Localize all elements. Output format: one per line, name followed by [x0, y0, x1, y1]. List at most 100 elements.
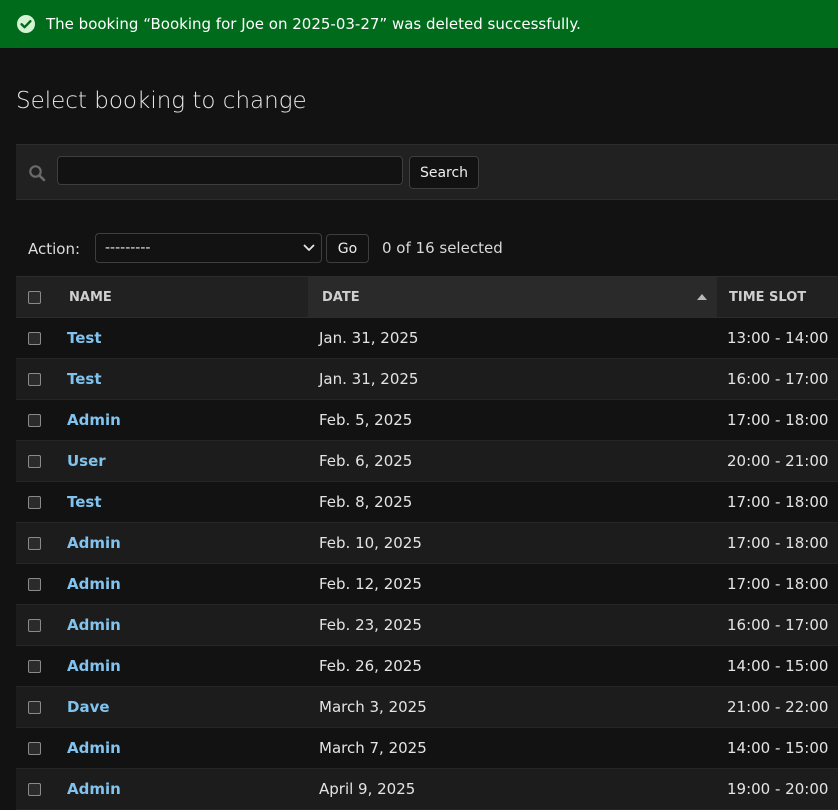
booking-name-link[interactable]: Admin — [67, 411, 121, 429]
booking-name-link[interactable]: Admin — [67, 780, 121, 798]
row-select-cell — [16, 440, 56, 482]
table-row: Admin Feb. 5, 2025 17:00 - 18:00 — [16, 399, 838, 441]
column-header-time-slot[interactable]: TIME SLOT — [717, 276, 838, 318]
select-all-header — [16, 276, 56, 318]
name-cell: Admin — [56, 727, 308, 769]
date-cell: Feb. 10, 2025 — [308, 522, 717, 564]
search-toolbar: Search — [16, 144, 838, 200]
row-checkbox[interactable] — [28, 700, 41, 714]
time-slot-cell: 17:00 - 18:00 — [717, 522, 838, 564]
row-select-cell — [16, 358, 56, 400]
date-cell: Feb. 8, 2025 — [308, 481, 717, 523]
row-checkbox[interactable] — [28, 782, 41, 796]
row-checkbox[interactable] — [28, 331, 41, 345]
chevron-down-icon — [303, 244, 315, 251]
date-cell: Jan. 31, 2025 — [308, 317, 717, 359]
column-header-date-label: DATE — [322, 289, 360, 305]
row-checkbox[interactable] — [28, 372, 41, 386]
date-cell: March 7, 2025 — [308, 727, 717, 769]
name-cell: Admin — [56, 522, 308, 564]
action-label: Action: — [28, 240, 81, 258]
row-select-cell — [16, 604, 56, 646]
time-slot-cell: 17:00 - 18:00 — [717, 399, 838, 441]
row-checkbox[interactable] — [28, 495, 41, 509]
name-cell: Dave — [56, 686, 308, 728]
select-all-checkbox[interactable] — [28, 290, 41, 304]
column-header-name-label: NAME — [69, 289, 112, 305]
row-checkbox[interactable] — [28, 454, 41, 468]
selection-counter: 0 of 16 selected — [382, 239, 503, 257]
row-checkbox[interactable] — [28, 536, 41, 550]
date-cell: Feb. 23, 2025 — [308, 604, 717, 646]
table-header-row: NAME DATE TIME SLOT — [16, 276, 838, 318]
booking-name-link[interactable]: Test — [67, 493, 102, 511]
name-cell: Admin — [56, 563, 308, 605]
booking-name-link[interactable]: Admin — [67, 616, 121, 634]
table-row: Test Jan. 31, 2025 16:00 - 17:00 — [16, 358, 838, 400]
time-slot-cell: 17:00 - 18:00 — [717, 481, 838, 523]
row-checkbox[interactable] — [28, 741, 41, 755]
table-row: Dave March 3, 2025 21:00 - 22:00 — [16, 686, 838, 728]
row-select-cell — [16, 481, 56, 523]
column-header-name[interactable]: NAME — [56, 276, 308, 318]
action-select-value: --------- — [105, 240, 151, 256]
go-button[interactable]: Go — [326, 234, 369, 263]
row-checkbox[interactable] — [28, 577, 41, 591]
time-slot-cell: 14:00 - 15:00 — [717, 645, 838, 687]
row-select-cell — [16, 317, 56, 359]
name-cell: Admin — [56, 604, 308, 646]
time-slot-cell: 21:00 - 22:00 — [717, 686, 838, 728]
time-slot-cell: 20:00 - 21:00 — [717, 440, 838, 482]
sort-ascending-icon[interactable] — [697, 293, 707, 301]
row-checkbox[interactable] — [28, 659, 41, 673]
results-table: NAME DATE TIME SLOT Test Jan. 31, 2025 13:… — [16, 276, 838, 810]
time-slot-cell: 17:00 - 18:00 — [717, 563, 838, 605]
date-cell: Feb. 12, 2025 — [308, 563, 717, 605]
name-cell: Test — [56, 358, 308, 400]
search-input[interactable] — [57, 156, 403, 185]
date-cell: Jan. 31, 2025 — [308, 358, 717, 400]
page-title: Select booking to change — [16, 88, 307, 114]
time-slot-cell: 13:00 - 14:00 — [717, 317, 838, 359]
table-row: User Feb. 6, 2025 20:00 - 21:00 — [16, 440, 838, 482]
name-cell: Admin — [56, 399, 308, 441]
time-slot-cell: 16:00 - 17:00 — [717, 358, 838, 400]
table-row: Admin Feb. 10, 2025 17:00 - 18:00 — [16, 522, 838, 564]
booking-name-link[interactable]: Admin — [67, 534, 121, 552]
table-row: Admin April 9, 2025 19:00 - 20:00 — [16, 768, 838, 810]
date-cell: Feb. 6, 2025 — [308, 440, 717, 482]
table-row: Test Jan. 31, 2025 13:00 - 14:00 — [16, 317, 838, 359]
row-select-cell — [16, 645, 56, 687]
column-header-date[interactable]: DATE — [308, 276, 717, 318]
table-body: Test Jan. 31, 2025 13:00 - 14:00 Test Jan. 3… — [16, 317, 838, 810]
action-select[interactable]: --------- — [95, 233, 322, 263]
date-cell: Feb. 5, 2025 — [308, 399, 717, 441]
booking-name-link[interactable]: Test — [67, 329, 102, 347]
booking-name-link[interactable]: Dave — [67, 698, 110, 716]
date-cell: March 3, 2025 — [308, 686, 717, 728]
success-message-banner: The booking “Booking for Joe on 2025-03-… — [0, 0, 838, 48]
time-slot-cell: 16:00 - 17:00 — [717, 604, 838, 646]
success-message-text: The booking “Booking for Joe on 2025-03-… — [46, 15, 581, 33]
table-row: Admin March 7, 2025 14:00 - 15:00 — [16, 727, 838, 769]
date-cell: Feb. 26, 2025 — [308, 645, 717, 687]
booking-name-link[interactable]: Admin — [67, 575, 121, 593]
name-cell: Admin — [56, 768, 308, 810]
name-cell: User — [56, 440, 308, 482]
time-slot-cell: 14:00 - 15:00 — [717, 727, 838, 769]
check-circle-icon — [17, 15, 35, 33]
search-button[interactable]: Search — [409, 156, 479, 189]
name-cell: Test — [56, 317, 308, 359]
row-select-cell — [16, 563, 56, 605]
booking-name-link[interactable]: Admin — [67, 657, 121, 675]
booking-name-link[interactable]: Admin — [67, 739, 121, 757]
date-cell: April 9, 2025 — [308, 768, 717, 810]
name-cell: Admin — [56, 645, 308, 687]
row-checkbox[interactable] — [28, 413, 41, 427]
row-select-cell — [16, 727, 56, 769]
table-row: Admin Feb. 23, 2025 16:00 - 17:00 — [16, 604, 838, 646]
table-row: Admin Feb. 26, 2025 14:00 - 15:00 — [16, 645, 838, 687]
row-checkbox[interactable] — [28, 618, 41, 632]
booking-name-link[interactable]: User — [67, 452, 106, 470]
booking-name-link[interactable]: Test — [67, 370, 102, 388]
